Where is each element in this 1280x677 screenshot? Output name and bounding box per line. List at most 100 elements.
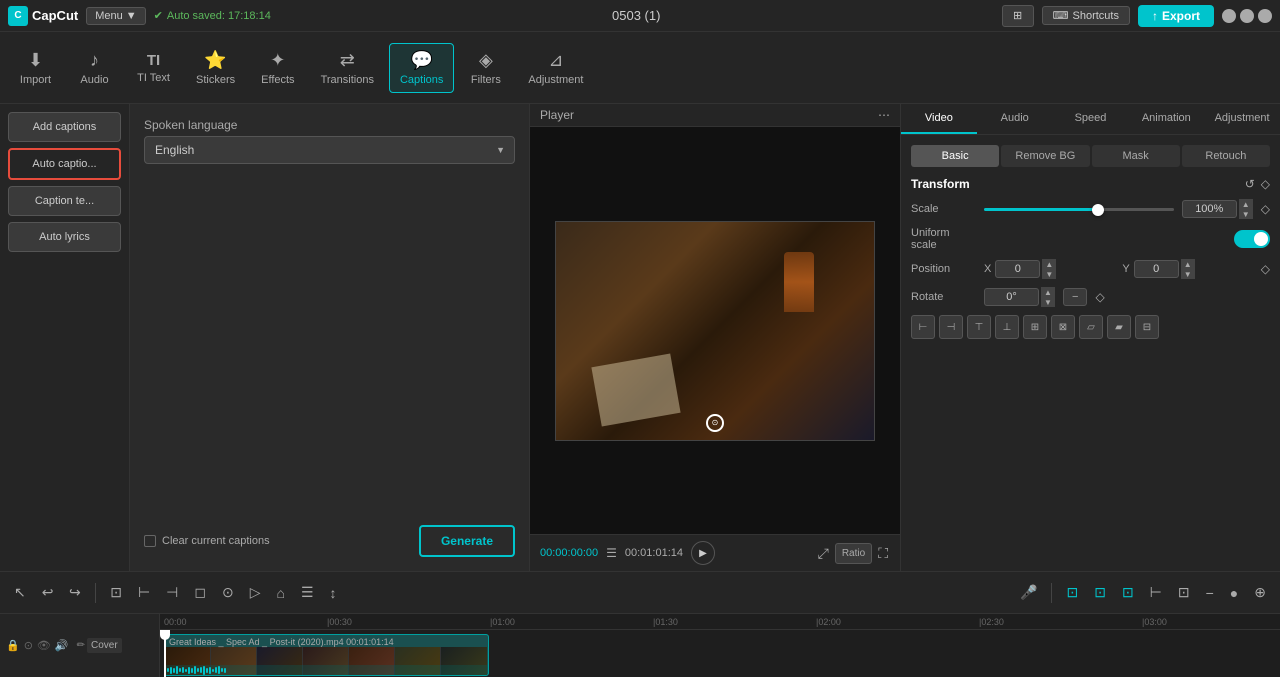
track-eye-icon[interactable]: 👁: [37, 639, 51, 652]
toolbar-effects[interactable]: ✦ Effects: [250, 43, 305, 93]
zoom-fit-button[interactable]: ●: [1224, 581, 1244, 605]
mic-button[interactable]: 🎤: [1014, 580, 1043, 605]
toolbar-import[interactable]: ⬇ Import: [8, 43, 63, 93]
rotate-flip-button[interactable]: −: [1063, 288, 1087, 306]
list-icon[interactable]: ☰: [606, 546, 617, 560]
reset-icon[interactable]: ↺: [1245, 177, 1255, 191]
auto-lyrics-button[interactable]: Auto lyrics: [8, 222, 121, 252]
sub-tab-mask[interactable]: Mask: [1092, 145, 1180, 167]
cover-edit-icon[interactable]: ✏: [77, 640, 85, 651]
align-bottom-icon[interactable]: ⊠: [1051, 315, 1075, 339]
align-center-h-icon[interactable]: ⊣: [939, 315, 963, 339]
pos-x-input[interactable]: [995, 260, 1040, 278]
redo-button[interactable]: ↩: [63, 580, 87, 605]
track-btn-5[interactable]: ⊡: [1172, 580, 1196, 605]
undo-button[interactable]: ↩: [36, 580, 60, 605]
tab-speed[interactable]: Speed: [1053, 104, 1129, 134]
minimize-button[interactable]: [1222, 9, 1236, 23]
align-top-icon[interactable]: ⊥: [995, 315, 1019, 339]
shield-tool[interactable]: ⊙: [216, 580, 240, 605]
ratio-button[interactable]: Ratio: [835, 543, 872, 564]
tab-video[interactable]: Video: [901, 104, 977, 134]
clear-checkbox[interactable]: [144, 535, 156, 547]
rotate-up[interactable]: ▲: [1041, 287, 1055, 297]
align-center-v-icon[interactable]: ⊞: [1023, 315, 1047, 339]
more-tool[interactable]: ↕: [324, 581, 343, 605]
player-options-icon[interactable]: ⋯: [878, 108, 890, 122]
cursor-tool[interactable]: ↖: [8, 580, 32, 605]
sub-tab-removebg[interactable]: Remove BG: [1001, 145, 1089, 167]
fullscreen-fit-icon[interactable]: ⤢: [816, 543, 831, 564]
scale-input[interactable]: [1182, 200, 1237, 218]
export-button[interactable]: ↑ Export: [1138, 5, 1214, 27]
align-right-icon[interactable]: ⊤: [967, 315, 991, 339]
align-extra-icon[interactable]: ⊟: [1135, 315, 1159, 339]
toolbar-captions[interactable]: 💬 Captions: [389, 43, 454, 93]
toolbar-stickers[interactable]: ⭐ Stickers: [185, 43, 246, 93]
lock-icon[interactable]: 🔒: [6, 639, 20, 652]
track-audio-icon[interactable]: 🔊: [55, 639, 69, 652]
track-btn-3[interactable]: ⊡: [1116, 580, 1140, 605]
rotate-keyframe-icon[interactable]: ◇: [1095, 290, 1104, 304]
track-btn-4[interactable]: ⊢: [1144, 580, 1168, 605]
scale-up[interactable]: ▲: [1239, 199, 1253, 209]
video-paper-element: [591, 353, 680, 426]
crop-tool[interactable]: ▷: [244, 580, 267, 605]
track-btn-1[interactable]: ⊡: [1060, 580, 1084, 605]
shortcuts-button[interactable]: ⌨ Shortcuts: [1042, 6, 1130, 25]
mirror-tool[interactable]: ⌂: [270, 581, 290, 605]
scale-keyframe-icon[interactable]: ◇: [1261, 202, 1270, 216]
distribute-v-icon[interactable]: ▰: [1107, 315, 1131, 339]
track-btn-2[interactable]: ⊡: [1088, 580, 1112, 605]
toolbar-adjustment[interactable]: ⊿ Adjustment: [517, 43, 594, 93]
scale-down[interactable]: ▼: [1239, 209, 1253, 219]
trim-start-tool[interactable]: ⊢: [132, 580, 156, 605]
toolbar-text[interactable]: TI TI Text: [126, 45, 181, 91]
track-visible-icon[interactable]: ⊙: [24, 639, 33, 652]
pos-x-down[interactable]: ▼: [1042, 269, 1056, 279]
fullscreen-icon[interactable]: ⛶: [876, 543, 890, 564]
rotate-input[interactable]: [984, 288, 1039, 306]
menu-button[interactable]: Menu ▼: [86, 7, 145, 25]
add-captions-button[interactable]: Add captions: [8, 112, 121, 142]
group-tool[interactable]: ☰: [295, 580, 320, 605]
toolbar-audio[interactable]: ♪ Audio: [67, 43, 122, 93]
toolbar-filters[interactable]: ◈ Filters: [458, 43, 513, 93]
pos-x-up[interactable]: ▲: [1042, 259, 1056, 269]
split-tool[interactable]: ⊡: [104, 580, 128, 605]
tab-audio[interactable]: Audio: [977, 104, 1053, 134]
pos-y-input[interactable]: [1134, 260, 1179, 278]
video-track[interactable]: Great Ideas _ Spec Ad _ Post-it (2020).m…: [164, 634, 489, 676]
pos-y-down[interactable]: ▼: [1181, 269, 1195, 279]
distribute-h-icon[interactable]: ▱: [1079, 315, 1103, 339]
generate-button[interactable]: Generate: [419, 525, 515, 557]
keyframe-icon[interactable]: ◇: [1261, 177, 1270, 191]
sub-tab-retouch[interactable]: Retouch: [1182, 145, 1270, 167]
cover-button[interactable]: Cover: [87, 638, 122, 653]
pos-y-up[interactable]: ▲: [1181, 259, 1195, 269]
rotate-down[interactable]: ▼: [1041, 297, 1055, 307]
scale-slider[interactable]: [984, 208, 1174, 211]
alignment-row: ⊢ ⊣ ⊤ ⊥ ⊞ ⊠ ▱ ▰ ⊟: [911, 315, 1270, 339]
tab-adjustment[interactable]: Adjustment: [1204, 104, 1280, 134]
play-button[interactable]: ▶: [691, 541, 715, 565]
auto-caption-button[interactable]: Auto captio...: [8, 148, 121, 180]
tab-animation[interactable]: Animation: [1128, 104, 1204, 134]
maximize-button[interactable]: [1240, 9, 1254, 23]
delete-tool[interactable]: ◻: [188, 580, 212, 605]
zoom-out-button[interactable]: −: [1200, 581, 1220, 605]
clear-current-captions-label[interactable]: Clear current captions: [144, 535, 270, 547]
position-keyframe-icon[interactable]: ◇: [1261, 262, 1270, 276]
trim-end-tool[interactable]: ⊣: [160, 580, 184, 605]
align-left-icon[interactable]: ⊢: [911, 315, 935, 339]
toolbar-separator-2: [1051, 583, 1052, 603]
current-time: 00:00:00:00: [540, 547, 598, 559]
close-button[interactable]: [1258, 9, 1272, 23]
caption-te-button[interactable]: Caption te...: [8, 186, 121, 216]
grid-button[interactable]: ⊞: [1002, 5, 1034, 27]
toolbar-transitions[interactable]: ⇄ Transitions: [310, 43, 385, 93]
zoom-in-button[interactable]: ⊕: [1248, 580, 1272, 605]
uniform-scale-toggle[interactable]: [1234, 230, 1270, 248]
sub-tab-basic[interactable]: Basic: [911, 145, 999, 167]
language-select[interactable]: English Spanish French German Chinese Ja…: [144, 136, 515, 164]
